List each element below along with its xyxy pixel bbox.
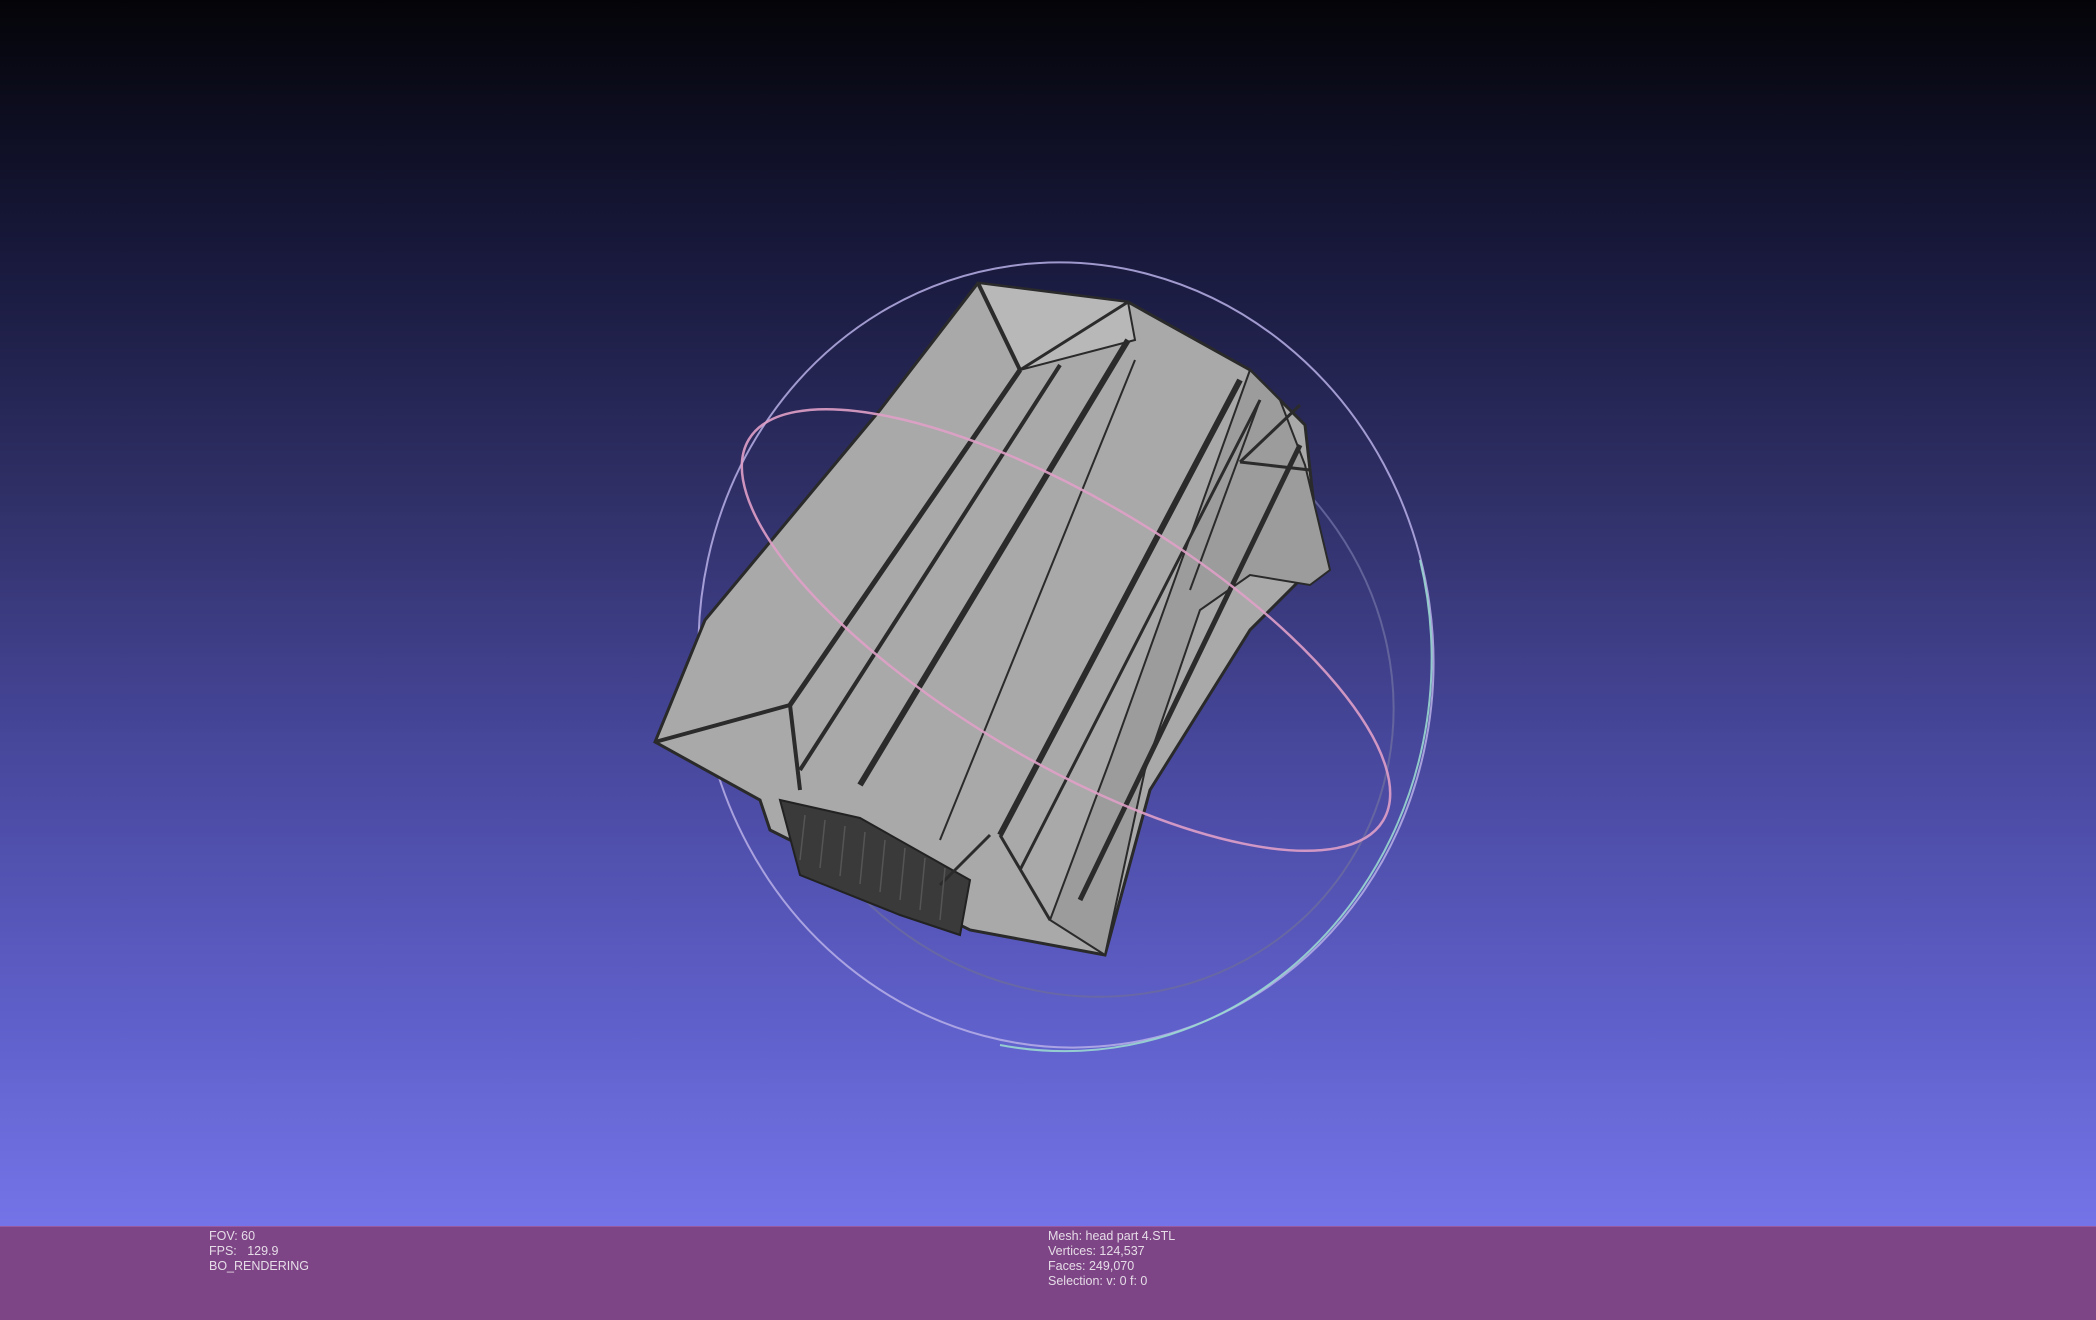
3d-viewport[interactable] [0, 0, 2096, 1226]
mesh-name-label: Mesh: head part 4.STL [1048, 1229, 1176, 1243]
fps-label: FPS: 129.9 [209, 1244, 279, 1258]
faces-label: Faces: 249,070 [1048, 1259, 1135, 1273]
status-info-bar: FOV: 60 FPS: 129.9 BO_RENDERING Mesh: he… [0, 1226, 2096, 1320]
selection-label: Selection: v: 0 f: 0 [1048, 1274, 1148, 1288]
vertices-label: Vertices: 124,537 [1048, 1244, 1145, 1258]
mesh-scene[interactable] [0, 0, 2096, 1226]
render-mode-label: BO_RENDERING [209, 1259, 310, 1273]
mesh-object[interactable] [653, 281, 1332, 957]
fov-label: FOV: 60 [209, 1229, 256, 1243]
mesh-info: Mesh: head part 4.STL Vertices: 124,537 … [1048, 1229, 1175, 1289]
render-info: FOV: 60 FPS: 129.9 BO_RENDERING [209, 1229, 309, 1274]
